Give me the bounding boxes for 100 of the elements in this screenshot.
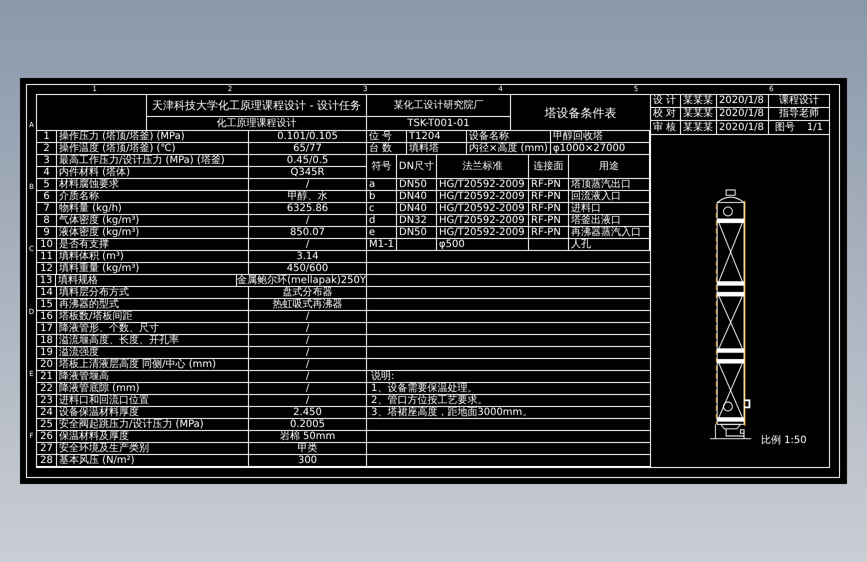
- row-number: 19: [40, 346, 53, 358]
- table-cell: DN50: [399, 226, 427, 238]
- row-number: 23: [40, 394, 53, 406]
- row-number: 12: [40, 262, 53, 274]
- row-number: 16: [40, 310, 53, 322]
- scale-label: 比例 1:50: [761, 435, 807, 447]
- row-number: 20: [40, 358, 53, 370]
- spec-label: 是否有支撑: [59, 238, 109, 250]
- table-cell: RF-PN: [531, 178, 561, 190]
- table-cell: d: [369, 214, 376, 226]
- row-number: 8: [43, 214, 50, 226]
- table-cell: DN32: [399, 214, 427, 226]
- spec-label: 气体密度 (kg/m³): [59, 214, 140, 226]
- sheet-heading: 天津科技大学化工原理课程设计 - 设计任务: [152, 100, 361, 111]
- spec-value: /: [306, 178, 310, 190]
- spec-value: /: [306, 214, 310, 226]
- spec-value: /: [306, 334, 310, 346]
- field-value: φ1000×27000: [553, 142, 626, 154]
- spec-label: 介质名称: [59, 190, 99, 202]
- column-header: DN尺寸: [398, 160, 434, 172]
- row-number: 2: [43, 142, 50, 154]
- spec-label: 液体密度 (kg/m³): [59, 226, 140, 238]
- spec-label: 基本风压 (N/m²): [59, 454, 135, 466]
- drawing-code: TSK-T001-01: [407, 118, 470, 130]
- spec-value: /: [306, 358, 310, 370]
- spec-value: Q345R: [290, 166, 324, 178]
- field-label: 内径×高度 (mm): [469, 142, 548, 154]
- spec-label: 安全阀起跳压力/设计压力 (MPa): [59, 418, 204, 430]
- field-value: T1204: [409, 130, 441, 142]
- spec-value: /: [306, 310, 310, 322]
- column-header: 连接面: [534, 160, 564, 172]
- spec-value: /: [306, 346, 310, 358]
- field-label: 台 数: [369, 142, 392, 154]
- spec-label: 最高工作压力/设计压力 (MPa) (塔釜): [59, 154, 225, 166]
- title-block-date: 2020/1/8: [719, 122, 764, 134]
- table-cell: 回流液入口: [571, 190, 621, 202]
- spec-value: 0.45/0.5: [286, 154, 328, 166]
- table-cell: RF-PN: [531, 214, 561, 226]
- title-block-text: 课程设计: [779, 95, 819, 107]
- row-number: 26: [40, 430, 53, 442]
- table-cell: φ500: [439, 238, 465, 250]
- spec-label: 物料量 (kg/h): [59, 202, 122, 214]
- row-number: 25: [40, 418, 53, 430]
- title-block-text: 1/1: [806, 122, 824, 134]
- table-cell: 再沸器蒸汽入口: [571, 226, 641, 238]
- row-number: 27: [40, 442, 53, 454]
- company-name: 某化工设计研究院厂: [394, 100, 484, 112]
- table-cell: 人孔: [571, 238, 591, 250]
- table-cell: a: [369, 178, 376, 190]
- spec-value: 甲醇、水: [288, 190, 328, 202]
- title-block-label: 设 计: [653, 95, 676, 107]
- row-number: 28: [40, 454, 53, 466]
- title-block-text: 图号: [774, 122, 795, 134]
- table-cell: HG/T20592-2009: [439, 226, 525, 238]
- spec-label: 降液管堰高: [59, 370, 109, 382]
- table-cell: DN50: [399, 178, 427, 190]
- title-block-label: 校 对: [653, 108, 676, 120]
- table-cell: 塔釜出液口: [571, 214, 621, 226]
- spec-label: 降液管形、个数、尺寸: [59, 322, 159, 334]
- table-cell: 塔顶蒸汽出口: [571, 178, 631, 190]
- spec-label: 溢流堰高度、长度、开孔率: [59, 334, 179, 346]
- table-cell: RF-PN: [531, 190, 561, 202]
- row-number: 21: [40, 370, 53, 382]
- table-cell: DN40: [399, 202, 427, 214]
- column-header: 符号: [372, 160, 392, 172]
- title-block-text: 指导老师: [779, 108, 819, 120]
- spec-value: 850.07: [290, 226, 325, 238]
- spec-value: 450/600: [286, 262, 328, 274]
- spec-value: 盘式分布器: [282, 286, 332, 298]
- field-label: 设备名称: [469, 130, 509, 142]
- spec-value: 岩棉 50mm: [280, 430, 336, 442]
- row-number: 24: [40, 406, 53, 418]
- row-number: 14: [40, 286, 53, 298]
- table-cell: DN40: [399, 190, 427, 202]
- field-value: 甲醇回收塔: [553, 130, 603, 142]
- sheet-subheading: 化工原理课程设计: [216, 118, 296, 130]
- spec-value: /: [306, 370, 310, 382]
- title-block-date: 2020/1/8: [719, 95, 764, 107]
- spec-label: 降液管底隙 (mm): [59, 382, 140, 394]
- row-number: 3: [43, 154, 50, 166]
- sheet-title: 塔设备条件表: [544, 106, 616, 118]
- spec-value: 金属鲍尔环(mellapak)250Y: [237, 274, 366, 286]
- table-cell: RF-PN: [531, 226, 561, 238]
- spec-label: 内件材料 (塔体): [59, 166, 130, 178]
- spec-value: 热虹吸式再沸器: [272, 298, 342, 310]
- note-text: 1、设备需要保温处理。: [371, 382, 478, 394]
- notes-heading: 说明:: [371, 370, 394, 382]
- title-block-date: 2020/1/8: [719, 108, 764, 120]
- spec-label: 填料重量 (kg/m³): [59, 262, 140, 274]
- field-label: 位 号: [369, 130, 392, 142]
- spec-value: 0.101/0.105: [277, 130, 338, 142]
- title-block-label: 审 核: [653, 122, 676, 134]
- spec-label: 填料体积 (m³): [59, 250, 124, 262]
- table-cell: HG/T20592-2009: [439, 214, 525, 226]
- note-text: 3、塔裙座高度，距地面3000mm。: [371, 406, 532, 418]
- spec-label: 材料腐蚀要求: [59, 178, 119, 190]
- table-cell: 进料口: [571, 202, 601, 214]
- row-number: 11: [40, 250, 53, 262]
- spec-label: 安全环境及生产类别: [59, 442, 149, 454]
- table-cell: c: [369, 202, 374, 214]
